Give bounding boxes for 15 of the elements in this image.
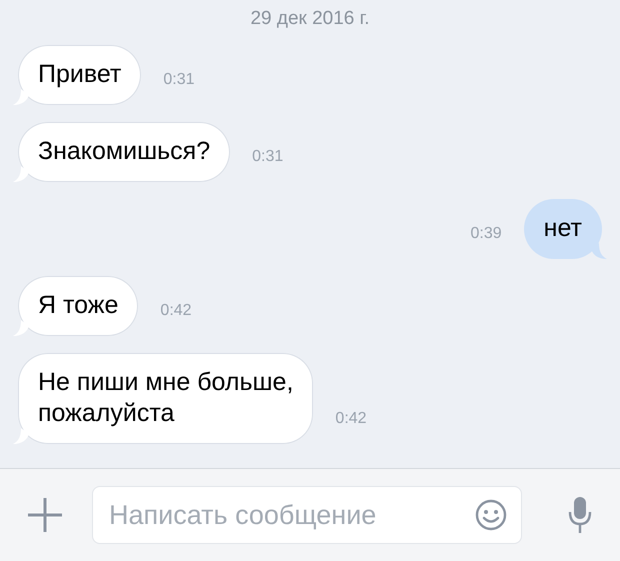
message-input-field[interactable]: Написать сообщение [92, 486, 522, 544]
message-time: 0:42 [335, 410, 367, 429]
bubble-tail-icon [13, 320, 29, 336]
message-time: 0:42 [160, 302, 192, 321]
bubble-tail-icon [13, 428, 29, 444]
bubble-tail-icon [13, 166, 29, 182]
microphone-icon[interactable] [568, 496, 592, 534]
smiley-icon[interactable] [475, 499, 507, 531]
bubble-tail-icon [13, 89, 29, 105]
message-time: 0:31 [252, 148, 284, 167]
message-time: 0:31 [163, 71, 195, 90]
bubble-tail-icon [591, 243, 607, 259]
message-time: 0:39 [470, 225, 502, 244]
add-icon[interactable] [26, 496, 64, 534]
date-label: 29 дек 2016 г. [250, 8, 370, 30]
